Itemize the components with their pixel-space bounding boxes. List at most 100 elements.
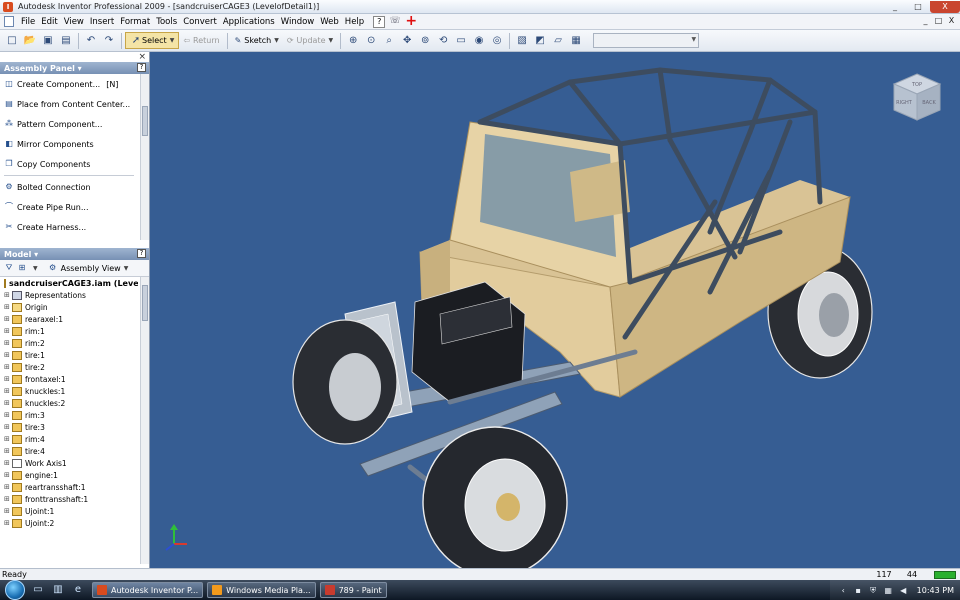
doc-restore-button[interactable]: □ [932,15,945,27]
doc-close-button[interactable]: X [945,15,958,27]
maximize-button[interactable]: □ [907,1,929,13]
expand-node-icon[interactable]: ⊞ [4,483,12,491]
expand-node-icon[interactable]: ⊞ [4,339,12,347]
tree-item[interactable]: ⊞ tire:1 [0,349,138,361]
hidden-edge-display-icon[interactable]: ◎ [489,33,505,49]
orbit-icon[interactable]: ⟲ [435,33,451,49]
shield-icon[interactable]: ⛨ [868,585,879,596]
menu-format[interactable]: Format [117,17,153,27]
tree-item[interactable]: ⊞ Ujoint:1 [0,505,138,517]
expand-node-icon[interactable]: ⊞ [4,471,12,479]
help-topics-icon[interactable]: ? [373,15,386,28]
tray-app-icon[interactable]: ▪ [853,585,864,596]
tree-item[interactable]: ⊞ Representations [0,289,138,301]
return-button[interactable]: ⇦ Return [179,32,223,49]
graphics-viewport[interactable]: TOP RIGHT BACK [150,52,960,568]
tree-item[interactable]: ⊞ frontaxel:1 [0,373,138,385]
panel-help-icon[interactable]: ? [137,63,146,72]
menu-web[interactable]: Web [317,17,342,27]
chevron-down-icon[interactable]: ▼ [329,37,334,44]
assembly-panel-title[interactable]: Assembly Panel ▾ [4,64,82,73]
subscription-plus-icon[interactable]: + [405,14,417,28]
look-at-icon[interactable]: ▭ [453,33,469,49]
expand-node-icon[interactable]: ⊞ [4,327,12,335]
start-button[interactable] [0,580,28,600]
select-button[interactable]: ➚ Select ▼ [125,32,180,49]
panel-close-icon[interactable]: × [138,52,146,62]
sketch-button[interactable]: ✎ Sketch ▼ [231,32,283,49]
tree-item[interactable]: ⊞ rim:4 [0,433,138,445]
tree-item[interactable]: ⊞ Ujoint:2 [0,517,138,529]
tree-item[interactable]: ⊞ rim:1 [0,325,138,337]
open-folder-icon[interactable]: 📂 [22,33,38,49]
chevron-down-icon[interactable]: ▼ [170,37,175,44]
expand-node-icon[interactable]: ⊞ [4,363,12,371]
menu-help[interactable]: Help [342,17,367,27]
zoom-window-icon[interactable]: ⊙ [363,33,379,49]
mirror-components-command[interactable]: ◧ Mirror Components [0,134,138,154]
tree-item[interactable]: ⊞ rim:3 [0,409,138,421]
menu-applications[interactable]: Applications [220,17,278,27]
expand-node-icon[interactable]: ⊞ [4,303,12,311]
project-icon[interactable]: ▤ [58,33,74,49]
zoom-all-icon[interactable]: ⊕ [345,33,361,49]
copy-components-command[interactable]: ❐ Copy Components [0,154,138,174]
taskbar-inventor[interactable]: Autodesk Inventor P... [92,582,204,598]
reflection-icon[interactable]: ▦ [568,33,584,49]
menu-edit[interactable]: Edit [38,17,60,27]
menu-window[interactable]: Window [278,17,318,27]
ground-plane-icon[interactable]: ▱ [550,33,566,49]
system-clock[interactable]: 10:43 PM [917,586,954,595]
chevron-down-icon[interactable]: ▼ [33,265,38,272]
expand-node-icon[interactable]: ⊞ [4,375,12,383]
expand-node-icon[interactable]: ⊞ [4,387,12,395]
camera-view-icon[interactable]: ▧ [514,33,530,49]
switch-windows-icon[interactable]: ▥ [51,583,65,597]
tree-item[interactable]: ⊞ rearaxel:1 [0,313,138,325]
expand-node-icon[interactable]: ⊞ [4,315,12,323]
expand-node-icon[interactable]: ⊞ [4,435,12,443]
scroll-thumb[interactable] [142,106,148,136]
close-button[interactable]: X [930,0,960,13]
tree-item[interactable]: ⊞ rim:2 [0,337,138,349]
doc-minimize-button[interactable]: _ [919,15,932,27]
communication-center-icon[interactable]: ☏ [389,16,401,28]
material-combo[interactable]: ▼ [593,33,700,48]
sandcruiser-model[interactable] [150,52,960,568]
assembly-panel-scrollbar[interactable] [140,74,149,240]
filter-icon[interactable]: ⛛ [4,263,14,273]
menu-insert[interactable]: Insert [87,17,117,27]
chevron-down-icon[interactable]: ▼ [274,37,279,44]
show-desktop-icon[interactable]: ▭ [31,583,45,597]
internet-explorer-icon[interactable]: e [71,583,85,597]
expand-node-icon[interactable]: ⊞ [4,519,12,527]
menu-file[interactable]: File [18,17,38,27]
create-pipe-run-command[interactable]: ⌒ Create Pipe Run... [0,197,138,217]
expand-node-icon[interactable]: ⊞ [4,351,12,359]
tree-item[interactable]: ⊞ knuckles:2 [0,397,138,409]
shadow-icon[interactable]: ◩ [532,33,548,49]
tree-item[interactable]: ⊞ tire:4 [0,445,138,457]
model-panel-scrollbar[interactable] [140,277,149,564]
shaded-display-icon[interactable]: ◉ [471,33,487,49]
redo-icon[interactable]: ↷ [101,33,117,49]
place-content-center-command[interactable]: ▤ Place from Content Center... [0,94,138,114]
network-icon[interactable]: ▦ [883,585,894,596]
expand-node-icon[interactable]: ⊞ [4,459,12,467]
tree-item[interactable]: ⊞ reartransshaft:1 [0,481,138,493]
zoom-icon[interactable]: ⌕ [381,33,397,49]
taskbar-paint[interactable]: 789 - Paint [319,582,387,598]
viewcube-icon[interactable]: TOP RIGHT BACK [892,72,942,122]
expand-node-icon[interactable]: ⊞ [4,423,12,431]
expand-all-icon[interactable]: ⊞ [17,263,27,273]
bolted-connection-command[interactable]: ⚙ Bolted Connection [0,177,138,197]
scroll-thumb[interactable] [142,285,148,321]
front-left-tire[interactable] [292,319,398,445]
taskbar-media-player[interactable]: Windows Media Pla... [207,582,316,598]
pattern-component-command[interactable]: ⁂ Pattern Component... [0,114,138,134]
zoom-selected-icon[interactable]: ⊚ [417,33,433,49]
tree-item[interactable]: ⊞ knuckles:1 [0,385,138,397]
assembly-view-dropdown[interactable]: ⚙ Assembly View ▼ [48,263,128,273]
save-icon[interactable]: ▣ [40,33,56,49]
model-panel-header[interactable]: Model ▾ ? [0,248,149,260]
